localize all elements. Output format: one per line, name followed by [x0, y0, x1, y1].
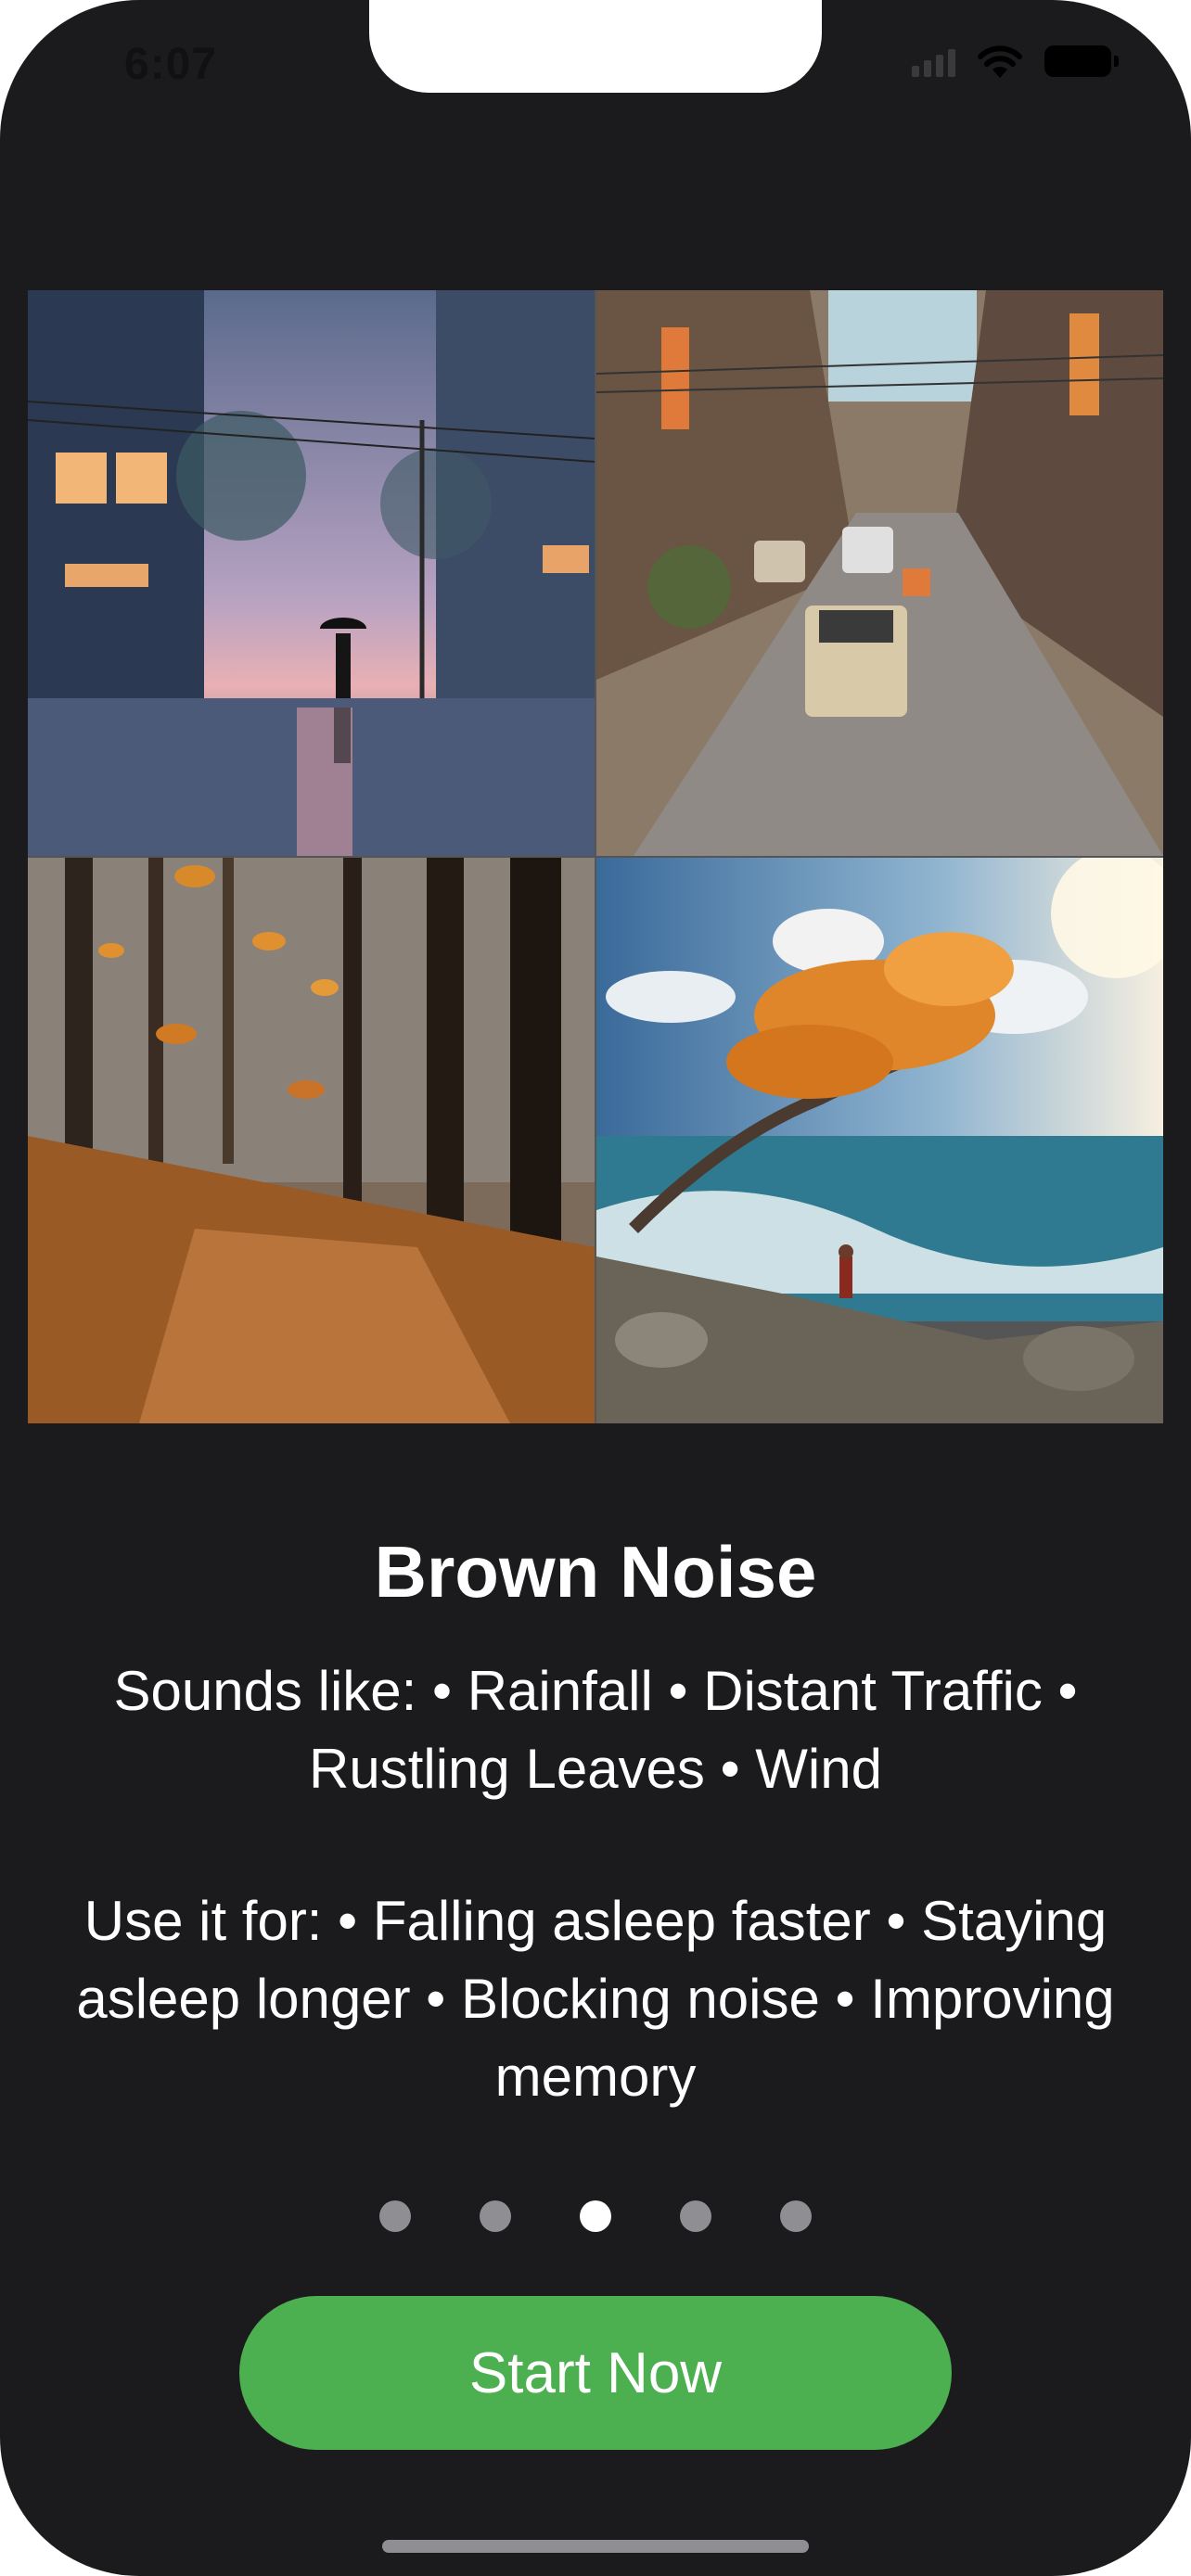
page-dot-1[interactable] — [379, 2200, 411, 2232]
notch — [369, 0, 822, 93]
phone-screen: 6:07 Brown Noise Sounds like: • Rainfall… — [0, 0, 1191, 2576]
rain-street-image — [28, 290, 595, 856]
home-indicator[interactable] — [382, 2540, 809, 2553]
status-icons — [912, 43, 1119, 80]
forest-leaves-image — [28, 858, 595, 1423]
battery-icon — [1044, 45, 1119, 77]
page-dot-2[interactable] — [480, 2200, 511, 2232]
windy-coast-image — [596, 858, 1163, 1423]
page-title: Brown Noise — [374, 1531, 817, 1613]
page-dot-5[interactable] — [780, 2200, 812, 2232]
wifi-icon — [978, 45, 1022, 78]
status-time: 6:07 — [124, 40, 218, 89]
sounds-like-text: Sounds like: • Rainfall • Distant Traffi… — [113, 1660, 1078, 1800]
traffic-street-image — [596, 290, 1163, 856]
hero-image-grid — [28, 290, 1163, 1423]
description: Sounds like: • Rainfall • Distant Traffi… — [56, 1652, 1135, 2116]
page-indicator — [0, 2200, 1191, 2232]
page-dot-3[interactable] — [580, 2200, 611, 2232]
signal-icon — [912, 45, 955, 77]
use-it-for-text: Use it for: • Falling asleep faster • St… — [76, 1890, 1115, 2108]
start-now-button[interactable]: Start Now — [239, 2296, 952, 2450]
page-dot-4[interactable] — [680, 2200, 711, 2232]
